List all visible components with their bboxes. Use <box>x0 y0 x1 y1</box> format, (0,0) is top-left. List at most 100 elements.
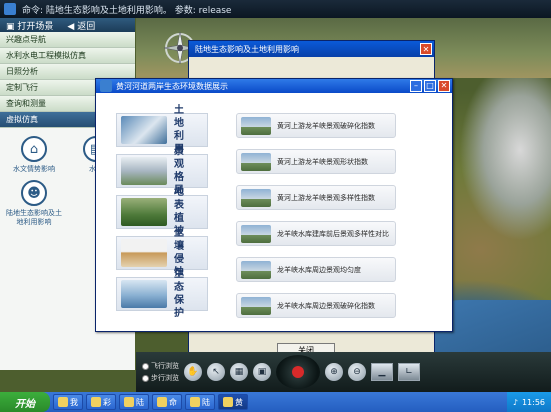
indicator-item[interactable]: 龙羊峡水库建库前后景观多样性对比 <box>236 221 396 246</box>
indicator-item[interactable]: 黄河上游龙羊峡景观形状指数 <box>236 149 396 174</box>
sidebar-item-poi-nav[interactable]: 兴趣点导航 <box>0 32 135 48</box>
window-icon <box>157 397 167 407</box>
dialog-app-icon <box>100 80 112 92</box>
category-vegetation[interactable]: 地 表植 被 <box>116 187 208 237</box>
tool-label: 陆地生态影响及土地利用影响 <box>6 209 62 226</box>
ecology-data-dialog: 黄河河道两岸生态环境数据展示 – □ ✕ 土 地利 用 景 观格 局 地 表植 … <box>95 78 453 332</box>
indicator-label: 黄河上游龙羊峡景观破碎化指数 <box>277 121 375 130</box>
taskbar-button[interactable]: 陆 <box>119 394 149 410</box>
indicator-label: 龙羊峡水库周边景观破碎化指数 <box>277 301 375 310</box>
task-label: 彩 <box>103 397 111 407</box>
scene-toolbar: 飞行浏览 步行浏览 ✋ ↖ ▦ ▣ ⊕ ⊖ ▁ ∟ <box>136 352 551 392</box>
task-label: 黄 <box>235 397 243 407</box>
back-button[interactable]: ◀ 返回 <box>67 19 95 32</box>
zoom-out-icon[interactable]: ⊖ <box>348 363 366 381</box>
walk-browse-radio[interactable]: 步行浏览 <box>142 373 179 383</box>
view-reset-icon[interactable]: ▁ <box>371 363 393 381</box>
clock[interactable]: 11:56 <box>522 398 545 407</box>
indicator-label: 龙羊峡水库周边景观均匀度 <box>277 265 361 274</box>
sidebar-header: ▣ 打开场景 ◀ 返回 <box>0 18 135 32</box>
sidebar-item-label: 查询和测量 <box>6 99 46 108</box>
close-icon[interactable]: ✕ <box>438 80 450 92</box>
speaker-icon[interactable]: ♪ <box>513 398 518 407</box>
category-eco-protection[interactable]: 生 态保 护 <box>116 269 208 319</box>
indicator-thumbnail <box>241 260 271 279</box>
flight-browse-radio[interactable]: 飞行浏览 <box>142 361 179 371</box>
app-titlebar: 命令: 陆地生态影响及土地利用影响。 参数: release <box>0 0 551 18</box>
nav-center-button[interactable] <box>292 366 304 378</box>
tool-hydrology[interactable]: ⌂ 水文情势影响 <box>6 136 62 174</box>
minimize-icon[interactable]: – <box>410 80 422 92</box>
app-title: 命令: 陆地生态影响及土地利用影响。 参数: release <box>22 5 232 16</box>
landscape-thumbnail <box>121 157 167 185</box>
indicator-label: 黄河上游龙羊峡景观形状指数 <box>277 157 368 166</box>
flight-browse-label: 飞行浏览 <box>151 362 179 370</box>
taskbar-button[interactable]: 命 <box>152 394 182 410</box>
category-soil-erosion[interactable]: 土 壤侵 蚀 <box>116 228 208 278</box>
zoom-in-icon[interactable]: ⊕ <box>325 363 343 381</box>
taskbar-button[interactable]: 我 <box>53 394 83 410</box>
indicator-item[interactable]: 龙羊峡水库周边景观均匀度 <box>236 257 396 282</box>
folder-icon <box>58 397 68 407</box>
back-label: 返回 <box>77 21 96 32</box>
sidebar-item-label: 定制飞行 <box>6 83 38 92</box>
taskbar-button-active[interactable]: 黄 <box>218 394 248 410</box>
indicator-thumbnail <box>241 116 271 135</box>
save-icon[interactable]: ▣ <box>253 363 271 381</box>
close-icon[interactable]: ✕ <box>420 43 432 55</box>
tool-label: 水文情势影响 <box>13 165 55 173</box>
taskbar-button[interactable]: 陆 <box>185 394 215 410</box>
dialog-body: 土 地利 用 景 观格 局 地 表植 被 土 壤侵 蚀 生 态保 护 黄河上游龙… <box>96 93 452 331</box>
start-button[interactable]: 开始 <box>0 392 50 412</box>
open-scene-button[interactable]: ▣ 打开场景 <box>6 19 53 32</box>
dialog-titlebar: 黄河河道两岸生态环境数据展示 <box>96 79 452 93</box>
select-area-icon[interactable]: ▦ <box>230 363 248 381</box>
open-scene-label: 打开场景 <box>17 21 54 32</box>
sidebar-item-label: 虚拟仿真 <box>6 115 38 124</box>
hand-pan-icon[interactable]: ✋ <box>184 363 202 381</box>
land-use-window-title: 陆地生态影响及土地利用影响 <box>189 41 434 57</box>
indicator-thumbnail <box>241 224 271 243</box>
windows-taskbar: 开始 我 彩 陆 命 陆 黄 ♪ 11:56 <box>0 392 551 412</box>
indicator-item[interactable]: 龙羊峡水库周边景观破碎化指数 <box>236 293 396 318</box>
pointer-icon[interactable]: ↖ <box>207 363 225 381</box>
sidebar-item-label: 兴趣点导航 <box>6 35 46 44</box>
window-controls: – □ ✕ <box>410 80 450 92</box>
sidebar-item-label: 日照分析 <box>6 67 38 76</box>
browse-mode-radio: 飞行浏览 步行浏览 <box>142 361 179 383</box>
land-use-thumbnail <box>121 116 167 144</box>
window-icon <box>190 397 200 407</box>
task-label: 陆 <box>202 397 210 407</box>
system-tray: ♪ 11:56 <box>506 392 551 412</box>
land-use-window-title-text: 陆地生态影响及土地利用影响 <box>195 44 299 54</box>
category-label: 生 态保 护 <box>174 269 184 319</box>
sidebar-item-hydro-sim[interactable]: 水利水电工程模拟仿真 <box>0 48 135 64</box>
indicator-thumbnail <box>241 188 271 207</box>
category-landscape[interactable]: 景 观格 局 <box>116 146 208 196</box>
maximize-icon[interactable]: □ <box>424 80 436 92</box>
indicator-label: 黄河上游龙羊峡景观多样性指数 <box>277 193 375 202</box>
category-list: 土 地利 用 景 观格 局 地 表植 被 土 壤侵 蚀 生 态保 护 <box>116 105 208 319</box>
sidebar-item-label: 水利水电工程模拟仿真 <box>6 51 86 60</box>
eco-protection-thumbnail <box>121 280 167 308</box>
radio-dot <box>142 362 149 370</box>
dialog-title: 黄河河道两岸生态环境数据展示 <box>116 81 228 91</box>
window-icon <box>223 397 233 407</box>
navigation-pad[interactable] <box>276 355 320 389</box>
indicator-label: 龙羊峡水库建库前后景观多样性对比 <box>277 229 389 238</box>
soil-erosion-thumbnail <box>121 239 167 267</box>
indicator-item[interactable]: 黄河上游龙羊峡景观多样性指数 <box>236 185 396 210</box>
app-icon <box>4 3 16 15</box>
category-land-use[interactable]: 土 地利 用 <box>116 105 208 155</box>
indicator-thumbnail <box>241 296 271 315</box>
task-label: 命 <box>169 397 177 407</box>
indicator-list: 黄河上游龙羊峡景观破碎化指数 黄河上游龙羊峡景观形状指数 黄河上游龙羊峡景观多样… <box>236 113 396 329</box>
taskbar-button[interactable]: 彩 <box>86 394 116 410</box>
tool-land-ecology[interactable]: ☻ 陆地生态影响及土地利用影响 <box>6 180 62 227</box>
terrain-profile-icon[interactable]: ∟ <box>398 363 420 381</box>
task-label: 我 <box>70 397 78 407</box>
indicator-item[interactable]: 黄河上游龙羊峡景观破碎化指数 <box>236 113 396 138</box>
radio-dot <box>142 374 149 382</box>
house-icon: ⌂ <box>21 136 47 162</box>
folder-icon <box>91 397 101 407</box>
